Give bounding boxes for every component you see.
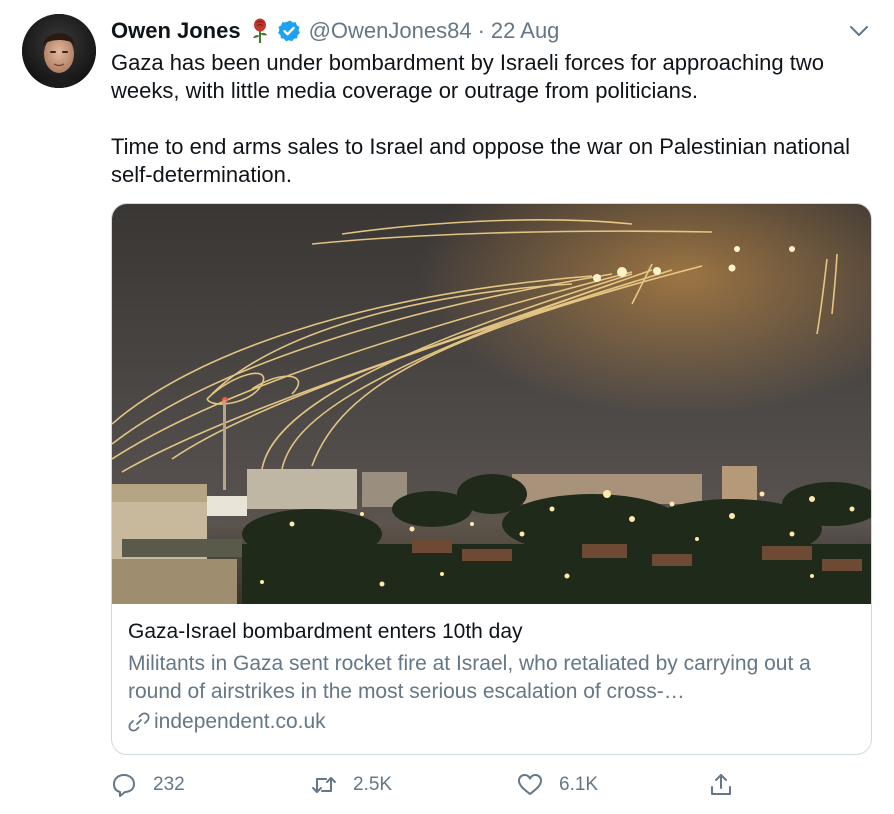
tweet-paragraph: Gaza has been under bombardment by Israe… — [111, 50, 824, 103]
rose-icon — [249, 18, 271, 44]
tweet-text: Gaza has been under bombardment by Israe… — [111, 49, 871, 189]
retweet-button[interactable]: 2.5K — [311, 768, 392, 802]
tweet-actions: 232 2.5K 6.1K — [111, 768, 751, 802]
tweet-date[interactable]: 22 Aug — [491, 18, 560, 44]
card-source[interactable]: independent.co.uk — [128, 708, 858, 736]
verified-badge-icon — [277, 19, 301, 43]
like-button[interactable]: 6.1K — [517, 768, 598, 802]
heart-icon — [517, 772, 543, 798]
tweet-paragraph: Time to end arms sales to Israel and opp… — [111, 134, 851, 187]
reply-button[interactable]: 232 — [111, 768, 185, 802]
reply-count: 232 — [153, 774, 185, 795]
avatar-image — [22, 14, 96, 88]
reply-icon — [111, 772, 137, 798]
retweet-icon — [311, 772, 337, 798]
tweet: Owen Jones @OwenJones84 · 22 Aug Gaza ha… — [0, 0, 894, 814]
link-preview-card[interactable]: Gaza-Israel bombardment enters 10th day … — [111, 203, 872, 755]
tweet-header: Owen Jones @OwenJones84 · 22 Aug — [111, 16, 559, 46]
separator-dot: · — [477, 18, 485, 43]
share-icon — [708, 772, 734, 798]
retweet-count: 2.5K — [353, 774, 393, 795]
like-count: 6.1K — [559, 774, 599, 795]
card-source-domain: independent.co.uk — [154, 710, 326, 733]
display-name[interactable]: Owen Jones — [111, 18, 241, 44]
card-body: Gaza-Israel bombardment enters 10th day … — [128, 618, 858, 736]
card-photo[interactable] — [112, 204, 871, 604]
card-description: Militants in Gaza sent rocket fire at Is… — [128, 652, 811, 703]
more-options-chevron-icon[interactable] — [846, 20, 872, 42]
card-title[interactable]: Gaza-Israel bombardment enters 10th day — [128, 618, 858, 646]
avatar[interactable] — [22, 14, 96, 88]
link-icon — [128, 711, 150, 733]
author-handle[interactable]: @OwenJones84 — [309, 18, 472, 44]
share-button[interactable] — [708, 768, 734, 802]
